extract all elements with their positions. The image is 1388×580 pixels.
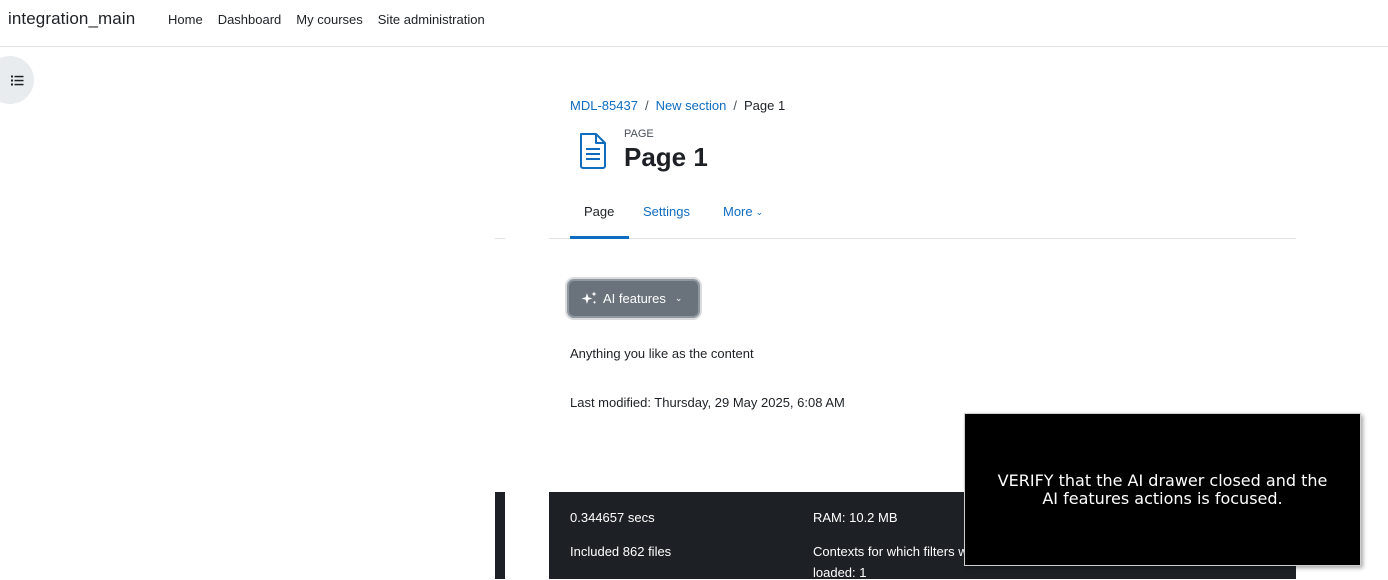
breadcrumb-separator: /	[644, 98, 649, 113]
tab-more[interactable]: More ⌄	[723, 204, 763, 219]
chevron-down-icon: ⌄	[755, 207, 764, 217]
nav-dashboard-link[interactable]: Dashboard	[218, 12, 282, 27]
last-modified: Last modified: Thursday, 29 May 2025, 6:…	[570, 395, 845, 410]
secondary-navigation: Page Settings More ⌄	[549, 192, 1296, 239]
test-instruction-text: VERIFY that the AI drawer closed and the…	[997, 470, 1328, 508]
breadcrumb-current-page: Page 1	[744, 98, 786, 113]
page-content: Anything you like as the content	[570, 346, 754, 361]
nav-site-administration-link[interactable]: Site administration	[378, 12, 485, 27]
footer-ram: RAM: 10.2 MB	[813, 510, 898, 525]
footer-time: 0.344657 secs	[570, 510, 655, 525]
top-navbar: integration_main Home Dashboard My cours…	[0, 0, 1388, 47]
page-title: Page 1	[624, 142, 708, 172]
footer-files: Included 862 files	[570, 544, 672, 559]
list-icon	[10, 75, 23, 85]
chevron-down-icon: ⌄	[674, 293, 683, 303]
active-tab-indicator	[570, 236, 629, 239]
tab-more-label: More	[723, 204, 753, 219]
ai-features-label: AI features	[603, 291, 666, 306]
breadcrumb-section-link[interactable]: New section	[656, 98, 727, 113]
divider	[495, 238, 505, 239]
footer-contexts-line1: Contexts for which filters were	[813, 544, 987, 559]
course-index-toggle-button[interactable]	[0, 56, 34, 104]
footer-contexts-line2: loaded: 1	[813, 565, 867, 580]
sparkle-icon	[581, 291, 597, 305]
tab-settings[interactable]: Settings	[643, 204, 690, 219]
breadcrumb-separator: /	[733, 98, 737, 113]
page-document-icon	[580, 133, 606, 169]
test-instruction-overlay: VERIFY that the AI drawer closed and the…	[964, 413, 1361, 566]
nav-my-courses-link[interactable]: My courses	[296, 12, 362, 27]
tab-page[interactable]: Page	[584, 204, 614, 219]
activity-type-label: PAGE	[624, 128, 654, 140]
breadcrumb: MDL-85437 / New section / Page 1	[570, 98, 785, 113]
ai-features-button[interactable]: AI features ⌄	[567, 279, 700, 318]
breadcrumb-course-link[interactable]: MDL-85437	[570, 98, 638, 113]
primary-navigation: Home Dashboard My courses Site administr…	[168, 12, 500, 27]
site-brand[interactable]: integration_main	[8, 9, 135, 29]
footer-edge	[495, 492, 505, 579]
nav-home-link[interactable]: Home	[168, 12, 203, 27]
